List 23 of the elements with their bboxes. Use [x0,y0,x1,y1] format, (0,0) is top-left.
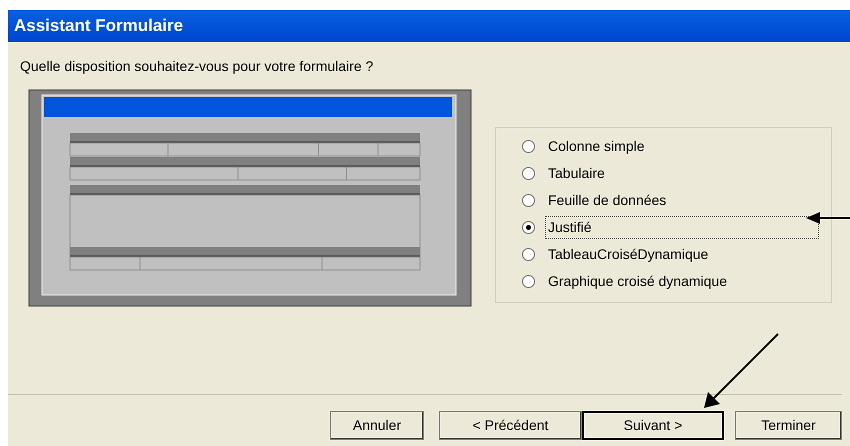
option-label: Graphique croisé dynamique [547,272,728,291]
wizard-button[interactable]: Suivant > [582,411,724,440]
radio-icon [522,275,535,288]
layout-radio-option[interactable]: TableauCroiséDynamique [522,241,831,268]
wizard-button[interactable]: Terminer [735,411,842,440]
layout-radio-option[interactable]: Graphique croisé dynamique [522,268,831,295]
option-label: Colonne simple [547,137,646,156]
wizard-button[interactable]: < Précédent [439,411,582,440]
option-label: TableauCroiséDynamique [547,245,710,264]
radio-icon [522,194,535,207]
radio-icon [522,221,535,234]
radio-icon [522,140,535,153]
layout-radio-option[interactable]: Colonne simple [522,133,831,160]
radio-icon [522,248,535,261]
layout-radio-option[interactable]: Feuille de données [522,187,831,214]
wizard-button[interactable]: Annuler [330,411,424,440]
layout-radio-option[interactable]: Tabulaire [522,160,831,187]
option-label: Tabulaire [547,164,606,183]
window-title: Assistant Formulaire [14,15,184,38]
pointer-arrow [806,210,850,226]
option-label: Feuille de données [547,191,668,210]
radio-icon [522,167,535,180]
question-text: Quelle disposition souhaitez-vous pour votre formulaire ? [20,57,374,76]
